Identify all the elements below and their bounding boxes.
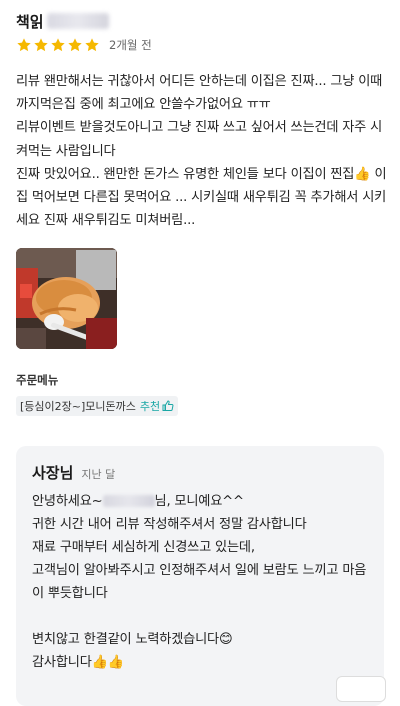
star-icon (51, 38, 65, 52)
star-icon (17, 38, 31, 52)
reply-header: 사장님 지난 달 (32, 462, 115, 483)
star-rating (16, 37, 101, 53)
rating-row: 2개월 전 (16, 36, 152, 54)
reply-date: 지난 달 (81, 468, 116, 481)
order-item-name: [등심이2장~]모니돈까스 (20, 400, 136, 413)
star-icon (85, 38, 99, 52)
reviewer-name: 책읽 (16, 12, 44, 31)
reply-body: 귀한 시간 내어 리뷰 작성해주셔서 정말 감사합니다 재료 구매부터 세심하게… (32, 517, 367, 670)
recommend-label: 추천 (139, 400, 161, 413)
star-icon (68, 38, 82, 52)
more-button[interactable] (336, 676, 386, 702)
reply-greeting-suffix: 님, 모니예요^^ (154, 494, 245, 509)
review-header: 책읽 (16, 8, 109, 34)
reply-greeting-prefix: 안녕하세요~ (32, 494, 103, 509)
blurred-name-redaction (46, 13, 109, 29)
order-menu-label: 주문메뉴 (16, 373, 59, 387)
order-item-chip[interactable]: [등심이2장~]모니돈까스 추천 (16, 396, 179, 416)
reply-author: 사장님 (32, 464, 74, 482)
owner-reply-card: 사장님 지난 달 안녕하세요~ 님, 모니예요^^ 귀한 시간 내어 리뷰 작성해… (16, 446, 384, 706)
star-icon (34, 38, 48, 52)
food-photo-icon (16, 248, 117, 349)
thumbs-up-icon (162, 400, 174, 411)
blurred-customer-name (102, 495, 155, 507)
reply-text: 안녕하세요~ 님, 모니예요^^ 귀한 시간 내어 리뷰 작성해주셔서 정말 감사… (32, 490, 372, 674)
review-photo[interactable] (16, 248, 117, 349)
review-text: 리뷰 왠만해서는 귀찮아서 어디든 안하는데 이집은 진짜... 그냥 이때까지… (16, 74, 387, 229)
review-date: 2개월 전 (109, 38, 152, 52)
